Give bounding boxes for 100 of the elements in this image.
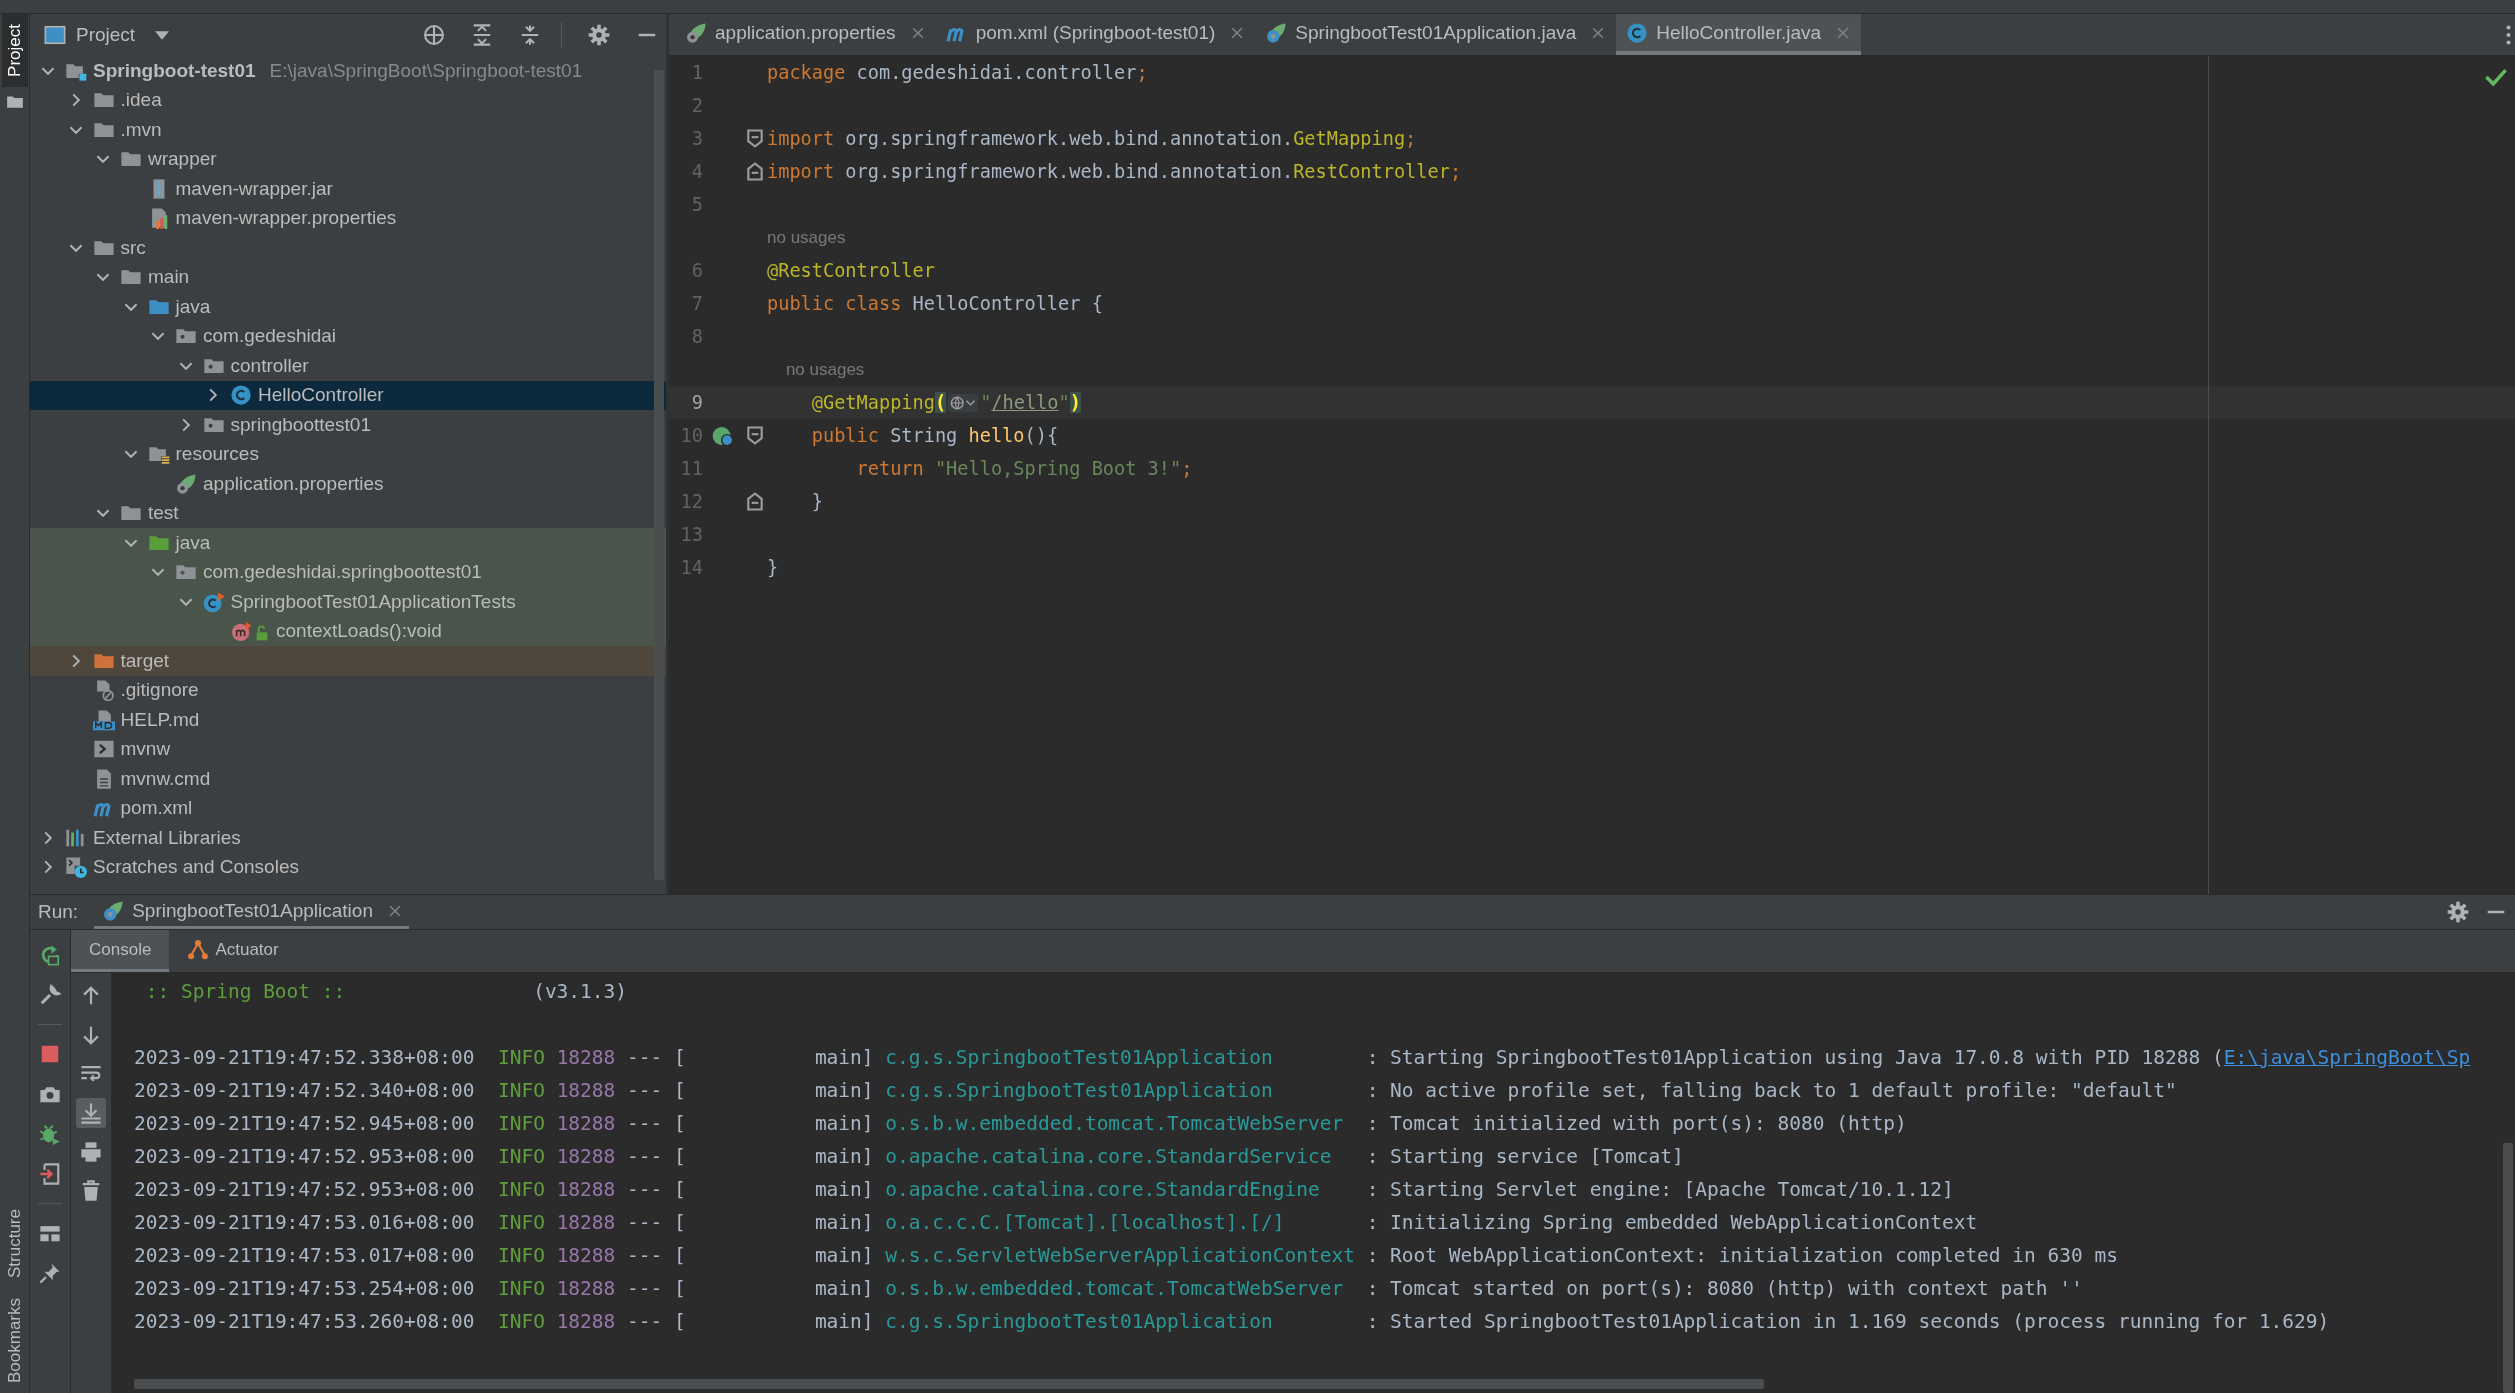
tree-item[interactable]: wrapper bbox=[30, 144, 666, 174]
test-class-icon bbox=[202, 590, 225, 613]
tool-window-tab[interactable]: Structure bbox=[1, 1199, 28, 1288]
line-number: 2 bbox=[691, 95, 703, 116]
tree-item[interactable]: com.gedeshidai bbox=[30, 321, 666, 351]
settings-icon[interactable] bbox=[588, 24, 610, 46]
scrollbar[interactable] bbox=[134, 1379, 1764, 1389]
scratch-console-icon bbox=[65, 856, 87, 879]
tree-item[interactable]: maven-wrapper.properties bbox=[30, 203, 666, 233]
tree-item[interactable]: application.properties bbox=[30, 469, 666, 499]
close-icon[interactable] bbox=[1592, 26, 1605, 39]
tree-item[interactable]: External Libraries bbox=[30, 823, 666, 853]
log-line: 2023-09-21T19:47:52.953+08:00 INFO 18288 --- [ main] o.apache.catalina.core.StandardService : Starting service [Tomcat] bbox=[134, 1144, 1685, 1170]
line-number: 5 bbox=[691, 194, 703, 215]
pin-icon[interactable] bbox=[39, 1262, 61, 1284]
usage-hint[interactable]: no usages bbox=[767, 227, 846, 248]
tree-item[interactable]: maven-wrapper.jar bbox=[30, 174, 666, 204]
tree-item[interactable]: resources bbox=[30, 439, 666, 469]
close-icon[interactable] bbox=[389, 904, 401, 917]
line-number: 4 bbox=[691, 161, 703, 182]
tree-item[interactable]: HELP.md bbox=[30, 705, 666, 735]
line-number: 13 bbox=[680, 524, 703, 545]
collapse-all-icon[interactable] bbox=[519, 24, 541, 46]
tree-item[interactable]: pom.xml bbox=[30, 793, 666, 823]
usage-hint[interactable]: no usages bbox=[767, 359, 865, 380]
stop-icon[interactable] bbox=[39, 1043, 61, 1065]
line-number: 8 bbox=[691, 326, 703, 347]
fold-marker-icon[interactable] bbox=[747, 426, 763, 445]
editor-tab[interactable]: application.properties bbox=[675, 14, 936, 55]
tree-item[interactable]: java bbox=[30, 292, 666, 322]
editor-tab[interactable]: HelloController.java bbox=[1616, 14, 1862, 55]
scrollbar[interactable] bbox=[2503, 1143, 2513, 1393]
tree-item[interactable]: controller bbox=[30, 351, 666, 381]
wrench-icon[interactable] bbox=[39, 984, 61, 1006]
leaf-gear-icon bbox=[102, 899, 125, 922]
line-number: 14 bbox=[680, 557, 703, 578]
tree-item[interactable]: src bbox=[30, 233, 666, 263]
tool-window-tab[interactable]: Bookmarks bbox=[1, 1287, 28, 1393]
tree-item[interactable]: mvnw bbox=[30, 734, 666, 764]
scroll-to-end-icon[interactable] bbox=[80, 1102, 102, 1124]
caret-icon[interactable] bbox=[155, 30, 170, 40]
tree-item[interactable]: .gitignore bbox=[30, 675, 666, 705]
line-number: 6 bbox=[691, 260, 703, 281]
editor-tab[interactable]: SpringbootTest01Application.java bbox=[1255, 14, 1617, 55]
file-link[interactable]: E:\java\SpringBoot\Sp bbox=[2223, 1046, 2471, 1069]
line-number: 7 bbox=[691, 293, 703, 314]
more-icon[interactable] bbox=[2506, 24, 2511, 45]
tree-item[interactable]: .mvn bbox=[30, 115, 666, 145]
tree-item[interactable]: Scratches and Consoles bbox=[30, 852, 666, 882]
console-tab[interactable]: Actuator bbox=[169, 930, 297, 972]
log-line: 2023-09-21T19:47:52.338+08:00 INFO 18288 --- [ main] c.g.s.SpringbootTest01Application : Starting SpringbootTest01Application using Java 17.0.8 with PID 18288 (E:\java\SpringBoot\Sp bbox=[134, 1045, 2472, 1071]
fold-marker-icon[interactable] bbox=[747, 492, 763, 511]
leaf-gear-icon bbox=[685, 21, 707, 44]
printer-icon[interactable] bbox=[80, 1141, 102, 1163]
tree-item[interactable]: .idea bbox=[30, 85, 666, 115]
tree-item[interactable]: mvnw.cmd bbox=[30, 764, 666, 794]
exit-icon[interactable] bbox=[39, 1163, 61, 1185]
scrollbar[interactable] bbox=[654, 70, 664, 880]
class-icon bbox=[1626, 21, 1649, 44]
tree-item[interactable]: main bbox=[30, 262, 666, 292]
tree-item[interactable]: java bbox=[30, 528, 666, 558]
crosshair-icon[interactable] bbox=[423, 24, 445, 46]
checkmark-icon[interactable] bbox=[2485, 66, 2507, 88]
panel-title[interactable]: Project bbox=[76, 24, 136, 46]
tree-item[interactable]: test bbox=[30, 498, 666, 528]
settings-icon[interactable] bbox=[2447, 901, 2469, 923]
console-tab[interactable]: Console bbox=[71, 930, 170, 972]
code-line: package com.gedeshidai.controller; bbox=[767, 62, 1148, 83]
editor-tab[interactable]: pom.xml (Springboot-test01) bbox=[935, 14, 1256, 55]
globe-icon[interactable] bbox=[948, 392, 979, 413]
close-icon[interactable] bbox=[1231, 26, 1244, 39]
tree-item[interactable]: contextLoads():void bbox=[30, 616, 666, 646]
tool-window-tab[interactable]: Project bbox=[1, 14, 28, 87]
log-line: 2023-09-21T19:47:53.017+08:00 INFO 18288 --- [ main] w.s.c.ServletWebServerApplicationContext : Root WebApplicationContext: initialization completed in 630 ms bbox=[134, 1243, 2119, 1269]
network-icon bbox=[187, 938, 210, 961]
close-icon[interactable] bbox=[911, 26, 924, 39]
fold-marker-icon[interactable] bbox=[747, 129, 763, 148]
leaf-gear-icon bbox=[1265, 21, 1288, 44]
tree-item[interactable]: target bbox=[30, 646, 666, 676]
bug-icon[interactable] bbox=[39, 1123, 61, 1145]
code-line: "/hello") bbox=[980, 392, 1081, 413]
tree-item[interactable]: HelloController bbox=[30, 380, 666, 410]
code-line: @RestController bbox=[767, 260, 935, 281]
tree-item[interactable]: springboottest01 bbox=[30, 410, 666, 440]
bean-icon[interactable] bbox=[712, 424, 734, 447]
trash-icon[interactable] bbox=[80, 1180, 102, 1202]
tree-item[interactable]: Springboot-test01 E:\java\SpringBoot\Springboot-test01 bbox=[30, 56, 666, 86]
expand-all-icon[interactable] bbox=[471, 24, 493, 46]
line-number: 3 bbox=[691, 128, 703, 149]
code-line: public class HelloController { bbox=[767, 293, 1103, 314]
code-line: @GetMapping( bbox=[810, 392, 947, 413]
console-line: :: Spring Boot :: (v3.1.3) bbox=[144, 979, 629, 1005]
code-line: return "Hello,Spring Boot 3!"; bbox=[855, 458, 1193, 479]
fold-marker-icon[interactable] bbox=[747, 162, 763, 181]
log-line: 2023-09-21T19:47:53.260+08:00 INFO 18288 --- [ main] c.g.s.SpringbootTest01Application : Started SpringbootTest01Application in 1.169 seconds (process running for 1.629) bbox=[134, 1309, 2331, 1335]
tree-item[interactable]: com.gedeshidai.springboottest01 bbox=[30, 557, 666, 587]
line-number: 1 bbox=[691, 62, 703, 83]
tree-item[interactable]: SpringbootTest01ApplicationTests bbox=[30, 587, 666, 617]
log-line: 2023-09-21T19:47:53.016+08:00 INFO 18288 --- [ main] o.a.c.c.C.[Tomcat].[localhost].[/] : Initializing Spring embedded WebApplicationContext bbox=[134, 1210, 1979, 1236]
rerun-icon[interactable] bbox=[39, 944, 61, 966]
